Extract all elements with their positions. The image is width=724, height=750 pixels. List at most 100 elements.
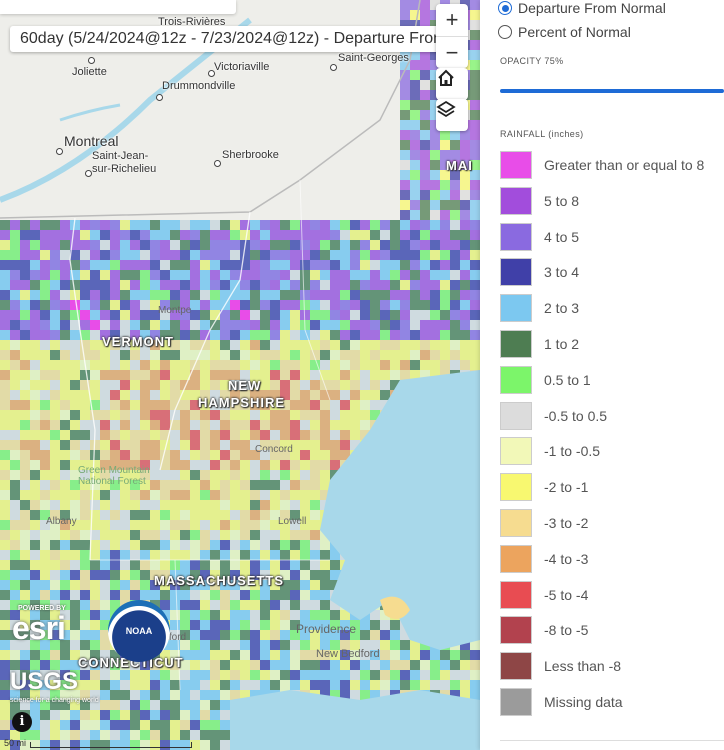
legend-swatch: [500, 544, 532, 573]
rainfall-cell: [430, 250, 440, 260]
rainfall-cell: [210, 420, 220, 430]
rainfall-cell: [240, 250, 250, 260]
rainfall-cell: [280, 350, 290, 360]
rainfall-cell: [130, 590, 140, 600]
rainfall-cell: [350, 240, 360, 250]
rainfall-cell: [360, 320, 370, 330]
rainfall-cell: [360, 270, 370, 280]
rainfall-cell: [90, 680, 100, 690]
rainfall-cell: [0, 700, 10, 710]
rainfall-cell: [230, 670, 240, 680]
rainfall-cell: [170, 240, 180, 250]
rainfall-cell: [300, 390, 310, 400]
rainfall-cell: [420, 100, 430, 110]
rainfall-cell: [170, 380, 180, 390]
radio-percent-of-normal[interactable]: Percent of Normal: [498, 24, 631, 40]
rainfall-cell: [0, 660, 10, 670]
rainfall-cell: [40, 500, 50, 510]
info-button[interactable]: i: [12, 712, 32, 732]
rainfall-cell: [50, 570, 60, 580]
layers-button[interactable]: [436, 99, 468, 131]
legend-item: 1 to 2: [500, 329, 579, 359]
rainfall-cell: [440, 660, 450, 670]
rainfall-cell: [130, 550, 140, 560]
rainfall-cell: [420, 360, 430, 370]
zoom-in-button[interactable]: +: [436, 4, 468, 37]
rainfall-cell: [420, 180, 430, 190]
rainfall-cell: [430, 190, 440, 200]
search-box[interactable]: [0, 0, 236, 14]
rainfall-cell: [0, 620, 10, 630]
rainfall-cell: [240, 510, 250, 520]
rainfall-cell: [440, 360, 450, 370]
rainfall-cell: [180, 420, 190, 430]
rainfall-cell: [200, 260, 210, 270]
rainfall-cell: [70, 540, 80, 550]
rainfall-map-canvas[interactable]: [0, 0, 480, 750]
rainfall-cell: [40, 580, 50, 590]
rainfall-cell: [170, 450, 180, 460]
rainfall-cell: [180, 590, 190, 600]
rainfall-cell: [10, 380, 20, 390]
rainfall-cell: [280, 600, 290, 610]
legend-label: 0.5 to 1: [544, 371, 591, 388]
rainfall-cell: [70, 630, 80, 640]
city-label: sur-Richelieu: [92, 163, 157, 175]
rainfall-cell: [10, 510, 20, 520]
map-view[interactable]: 60day (5/24/2024@12z - 7/23/2024@12z) - …: [0, 0, 480, 750]
rainfall-cell: [100, 350, 110, 360]
rainfall-cell: [460, 680, 470, 690]
rainfall-cell: [80, 490, 90, 500]
rainfall-cell: [80, 230, 90, 240]
rainfall-cell: [50, 370, 60, 380]
rainfall-cell: [140, 570, 150, 580]
opacity-slider[interactable]: [500, 89, 724, 93]
rainfall-cell: [250, 540, 260, 550]
rainfall-cell: [40, 540, 50, 550]
rainfall-cell: [120, 520, 130, 530]
rainfall-cell: [170, 530, 180, 540]
rainfall-cell: [0, 490, 10, 500]
rainfall-cell: [250, 270, 260, 280]
rainfall-cell: [290, 370, 300, 380]
rainfall-cell: [200, 240, 210, 250]
rainfall-cell: [260, 340, 270, 350]
rainfall-cell: [40, 400, 50, 410]
rainfall-cell: [180, 680, 190, 690]
rainfall-cell: [30, 370, 40, 380]
rainfall-cell: [200, 380, 210, 390]
rainfall-cell: [460, 350, 470, 360]
rainfall-cell: [140, 590, 150, 600]
rainfall-cell: [360, 630, 370, 640]
rainfall-cell: [370, 380, 380, 390]
rainfall-cell: [390, 250, 400, 260]
rainfall-cell: [340, 350, 350, 360]
rainfall-cell: [130, 670, 140, 680]
rainfall-cell: [250, 670, 260, 680]
rainfall-cell: [200, 680, 210, 690]
rainfall-cell: [20, 460, 30, 470]
rainfall-cell: [300, 590, 310, 600]
rainfall-cell: [260, 420, 270, 430]
rainfall-cell: [290, 640, 300, 650]
home-button[interactable]: [436, 68, 468, 100]
rainfall-cell: [200, 560, 210, 570]
rainfall-cell: [440, 340, 450, 350]
rainfall-cell: [180, 510, 190, 520]
rainfall-cell: [120, 250, 130, 260]
rainfall-cell: [310, 530, 320, 540]
rainfall-cell: [200, 230, 210, 240]
rainfall-cell: [280, 660, 290, 670]
rainfall-cell: [40, 220, 50, 230]
rainfall-cell: [60, 650, 70, 660]
rainfall-cell: [40, 230, 50, 240]
radio-departure-from-normal[interactable]: Departure From Normal: [498, 0, 666, 16]
rainfall-cell: [280, 590, 290, 600]
zoom-out-button[interactable]: −: [436, 37, 468, 69]
rainfall-cell: [330, 410, 340, 420]
rainfall-cell: [240, 410, 250, 420]
rainfall-cell: [350, 220, 360, 230]
rainfall-cell: [190, 280, 200, 290]
rainfall-cell: [270, 640, 280, 650]
rainfall-cell: [470, 200, 480, 210]
